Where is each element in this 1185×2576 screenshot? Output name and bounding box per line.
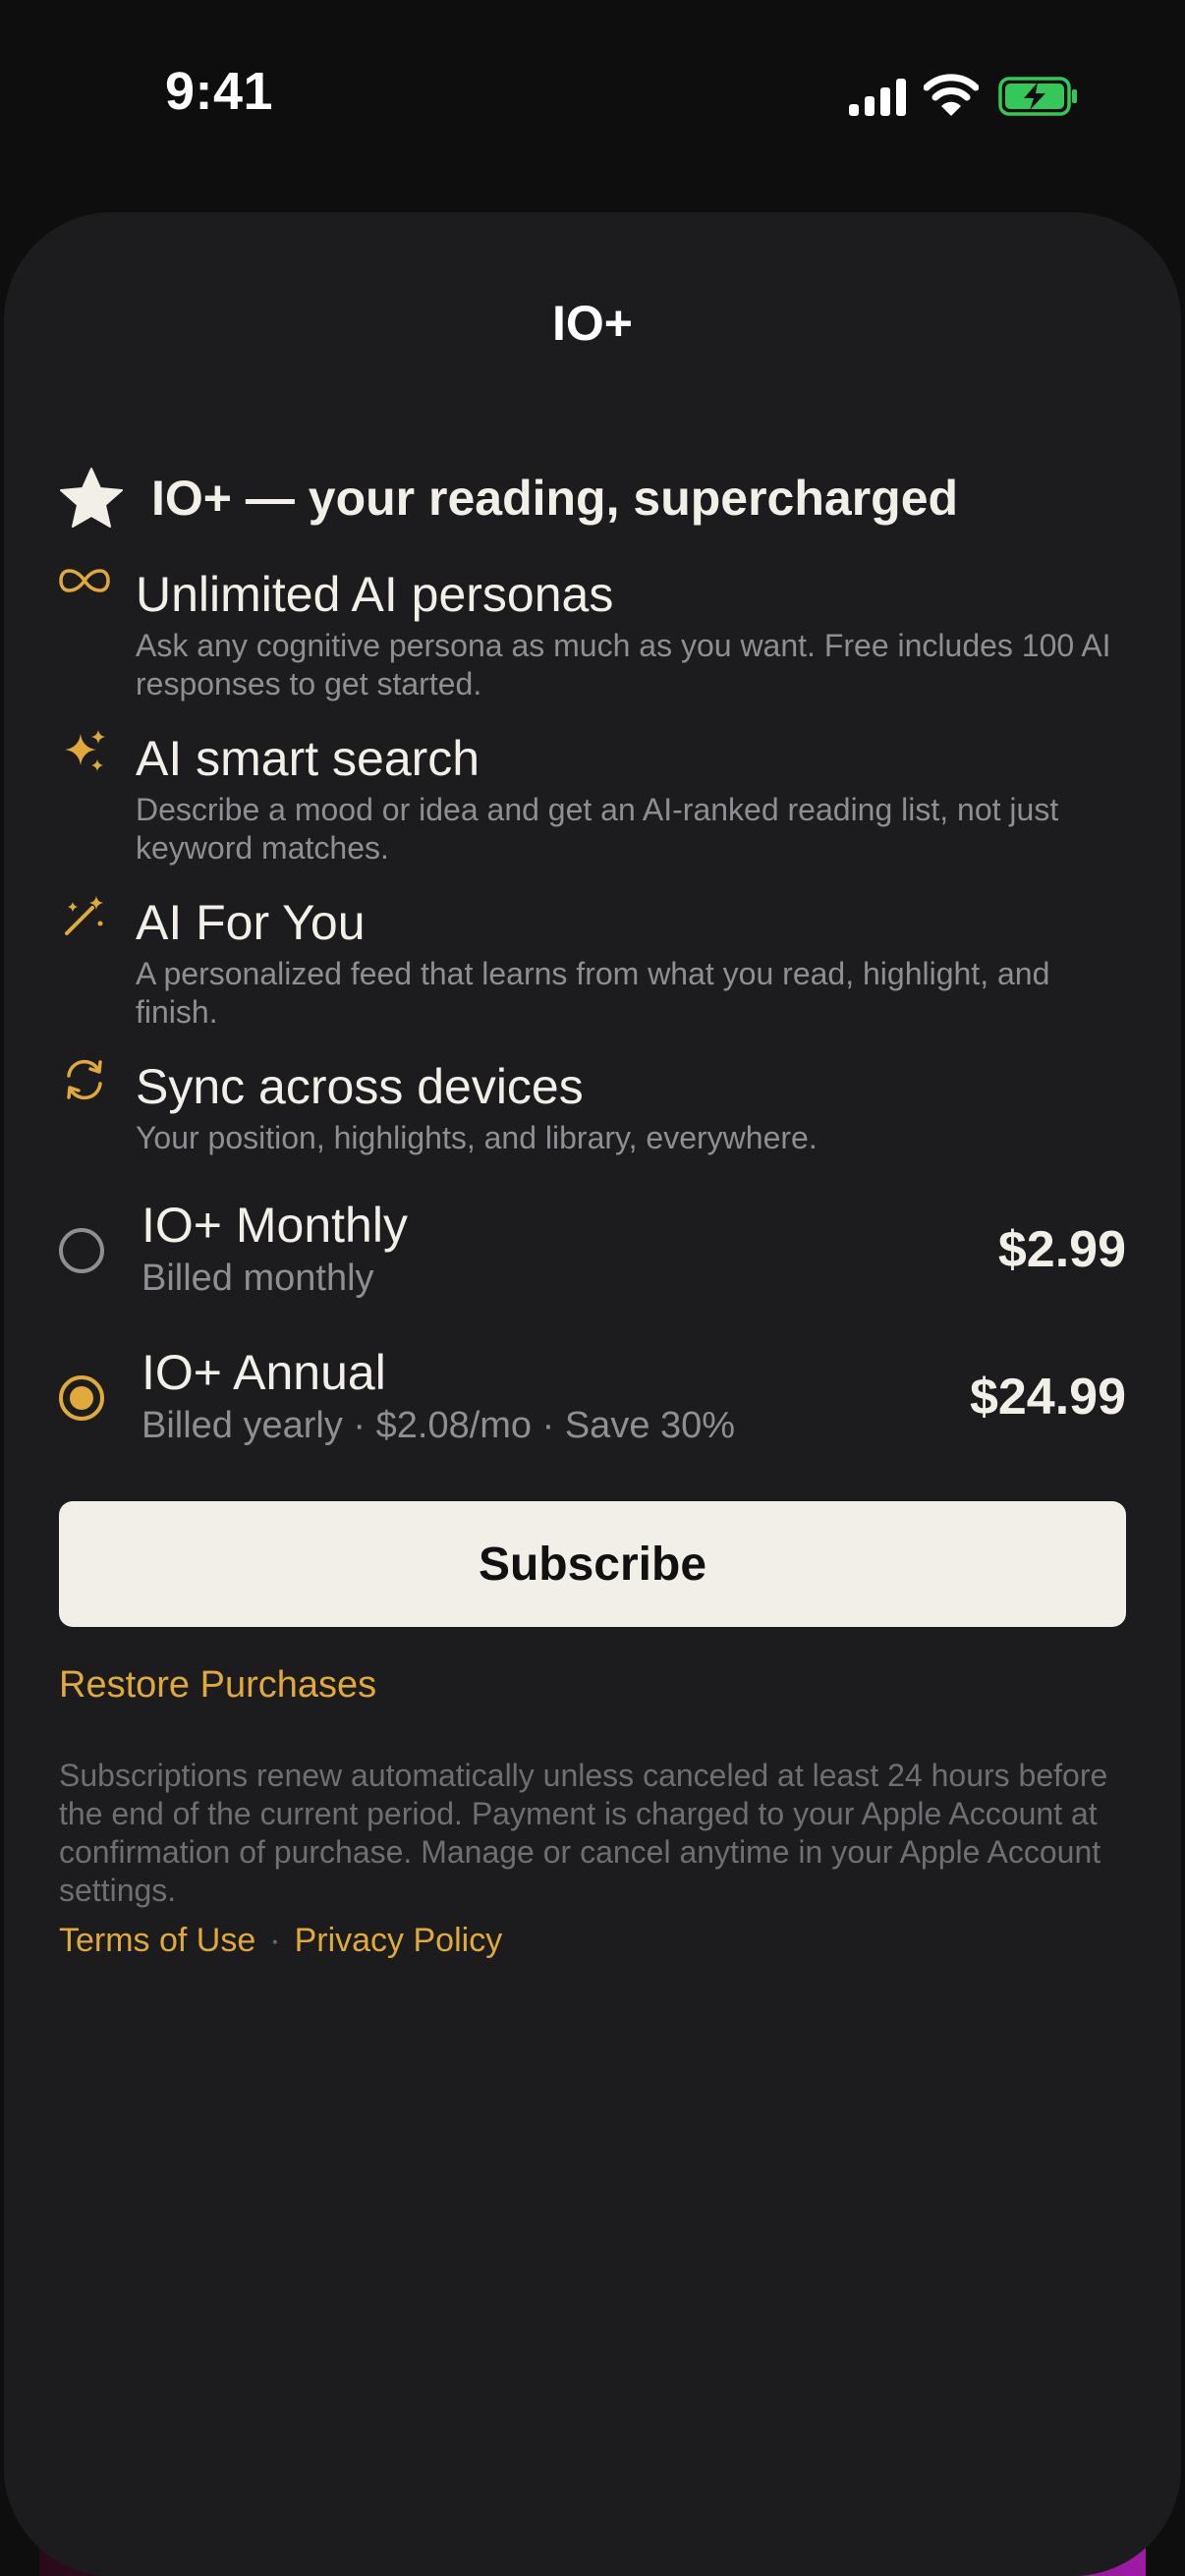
sparkles-icon (65, 730, 105, 771)
sheet-title: IO+ (552, 296, 633, 351)
feature-description: Ask any cognitive persona as much as you… (136, 628, 1111, 701)
legal-links: Terms of Use · Privacy Policy (59, 1922, 502, 1960)
plan-price: $2.99 (997, 1221, 1126, 1278)
magic-wand-icon (65, 896, 103, 935)
sync-icon (67, 1059, 102, 1100)
signal-icon (849, 79, 906, 116)
feature-description: A personalized feed that learns from wha… (136, 956, 1050, 1030)
feature-title: AI For You (136, 895, 366, 950)
status-bar: 9:41 (0, 0, 1185, 196)
wifi-icon (924, 74, 979, 116)
radio-unselected-icon[interactable] (59, 1228, 104, 1273)
battery-charging-icon (998, 77, 1077, 116)
plan-subtitle: Billed monthly (141, 1258, 374, 1299)
terms-of-use-link[interactable]: Terms of Use (59, 1922, 255, 1959)
restore-purchases-link[interactable]: Restore Purchases (59, 1664, 376, 1707)
plan-price: $24.99 (969, 1369, 1126, 1426)
feature-title: AI smart search (136, 731, 480, 786)
feature-title: Sync across devices (136, 1059, 584, 1114)
feature-description: Describe a mood or idea and get an AI-ra… (136, 792, 1059, 866)
star-icon (60, 468, 123, 528)
plan-subtitle: Billed yearly · $2.08/mo · Save 30% (141, 1405, 736, 1446)
hero-title: IO+ — your reading, supercharged (151, 471, 959, 526)
subscribe-button[interactable]: Subscribe (59, 1501, 1126, 1627)
legal-text: Subscriptions renew automatically unless… (59, 1758, 1108, 1908)
plan-name: IO+ Annual (141, 1345, 386, 1400)
plan-monthly[interactable]: IO+ Monthly Billed monthly $2.99 (59, 1197, 1126, 1315)
feature-title: Unlimited AI personas (136, 567, 614, 622)
privacy-policy-link[interactable]: Privacy Policy (295, 1922, 503, 1959)
radio-selected-icon[interactable] (59, 1375, 104, 1421)
link-separator: · (269, 1922, 281, 1959)
feature-description: Your position, highlights, and library, … (136, 1120, 818, 1155)
plan-annual[interactable]: IO+ Annual Billed yearly · $2.08/mo · Sa… (59, 1344, 1126, 1462)
infinity-icon (59, 569, 110, 592)
status-time: 9:41 (165, 62, 274, 121)
plan-name: IO+ Monthly (141, 1198, 408, 1253)
